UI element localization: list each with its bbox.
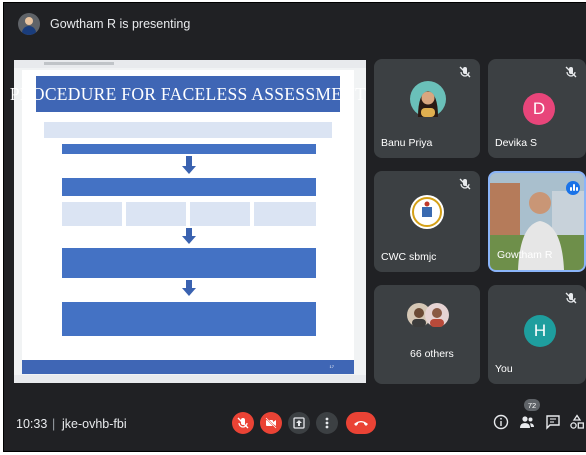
- speaking-indicator-icon: [566, 181, 580, 195]
- slide-step-box: [62, 144, 316, 154]
- slide-option: [62, 202, 122, 226]
- slide-option: [254, 202, 316, 226]
- slide-options-row: [62, 202, 316, 226]
- activities-icon: [570, 414, 584, 429]
- slide-arrow: [182, 236, 196, 244]
- slide-step-box: [44, 122, 332, 138]
- camera-off-icon: [265, 417, 277, 429]
- shared-screen[interactable]: PROCEDURE FOR FACELESS ASSESSMENT 17: [10, 60, 366, 383]
- hang-up-icon: [354, 421, 368, 426]
- participant-name: Banu Priya: [381, 137, 433, 149]
- participant-tile-banu-priya[interactable]: Banu Priya: [374, 59, 480, 158]
- presenting-label: Gowtham R is presenting: [50, 17, 191, 31]
- meeting-code: jke-ovhb-fbi: [62, 417, 127, 431]
- taskbar: [14, 375, 366, 383]
- mic-off-icon: [459, 66, 471, 78]
- slide-arrow: [182, 166, 196, 174]
- camera-toggle-button[interactable]: [260, 412, 282, 434]
- participant-name: You: [495, 363, 513, 375]
- participant-tile-devika-s[interactable]: D Devika S: [488, 59, 586, 158]
- people-button[interactable]: [518, 413, 536, 431]
- activities-button[interactable]: [568, 413, 586, 431]
- participant-tile-cwc-sbmjc[interactable]: CWC sbmjc: [374, 171, 480, 272]
- leave-call-button[interactable]: [346, 412, 376, 434]
- avatar: H: [524, 315, 556, 347]
- slide-step-box: [62, 302, 316, 336]
- others-label: 66 others: [410, 348, 454, 360]
- info-icon: [493, 414, 509, 430]
- slide-option: [126, 202, 186, 226]
- participant-name: Gowtham R: [497, 249, 553, 261]
- chat-icon: [546, 415, 560, 430]
- slide-arrow: [186, 228, 192, 236]
- browser-bar: [14, 60, 366, 68]
- top-bar: Gowtham R is presenting: [4, 3, 586, 45]
- mic-off-icon: [237, 417, 249, 429]
- slide-arrow: [186, 280, 192, 288]
- slide-arrow: [182, 288, 196, 296]
- mic-off-icon: [459, 178, 471, 190]
- participant-tile-gowtham-r[interactable]: Gowtham R: [488, 171, 586, 272]
- slide-option: [190, 202, 250, 226]
- slide-footer: 17: [22, 360, 354, 374]
- presentation-slide: PROCEDURE FOR FACELESS ASSESSMENT 17: [10, 70, 366, 374]
- slide-title: PROCEDURE FOR FACELESS ASSESSMENT: [10, 76, 366, 112]
- mic-toggle-button[interactable]: [232, 412, 254, 434]
- present-icon: [293, 417, 305, 429]
- participant-name: Devika S: [495, 137, 538, 149]
- participants-count-badge: 72: [524, 399, 540, 411]
- others-avatars: [407, 303, 449, 327]
- slide-step-box: [62, 248, 316, 278]
- avatar: D: [523, 93, 555, 125]
- participant-name: CWC sbmjc: [381, 251, 437, 263]
- meeting-info-button[interactable]: [492, 413, 510, 431]
- meet-window: Gowtham R is presenting PROCEDURE FOR FA…: [3, 2, 586, 452]
- mic-off-icon: [565, 66, 577, 78]
- participant-tile-others[interactable]: 66 others: [374, 285, 480, 384]
- present-button[interactable]: [288, 412, 310, 434]
- slide-step-box: [62, 178, 316, 196]
- presenter-avatar: [18, 13, 40, 35]
- avatar: [410, 195, 444, 229]
- slide-page-number: 17: [329, 364, 334, 369]
- chat-button[interactable]: [544, 413, 562, 431]
- more-options-icon: [325, 417, 329, 429]
- more-options-button[interactable]: [316, 412, 338, 434]
- bottom-bar: 10:33 | jke-ovhb-fbi 72: [4, 389, 586, 451]
- mic-off-icon: [565, 292, 577, 304]
- people-icon: [520, 416, 534, 428]
- participant-tile-you[interactable]: H You: [488, 285, 586, 384]
- separator: |: [52, 417, 56, 431]
- avatar: [410, 81, 446, 117]
- clock: 10:33: [16, 417, 48, 431]
- slide-arrow: [186, 156, 192, 166]
